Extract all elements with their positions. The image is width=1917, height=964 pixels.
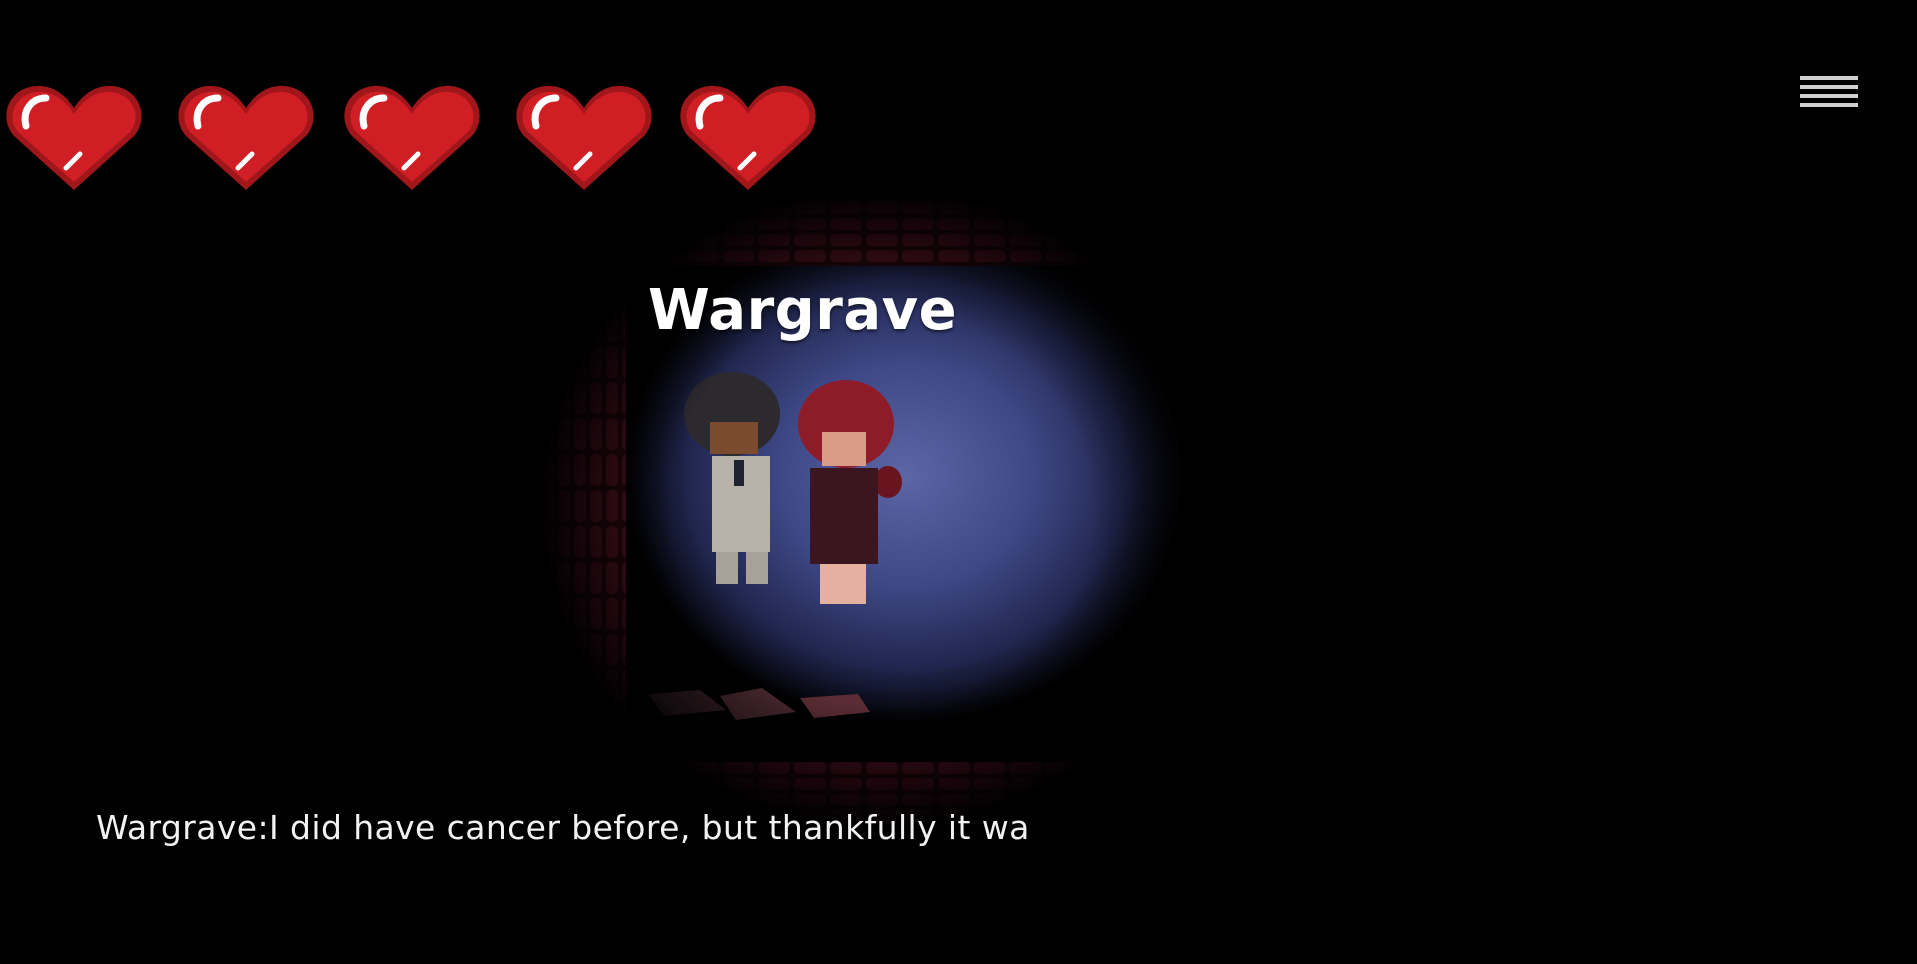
heart-icon	[678, 82, 818, 194]
menu-button[interactable]	[1798, 72, 1862, 118]
dialogue-text[interactable]: Wargrave:I did have cancer before, but t…	[96, 808, 1030, 847]
health-hearts	[0, 82, 830, 202]
game-screen: Wargrave Wargrave:I did have cancer befo…	[0, 0, 1917, 964]
heart-icon	[514, 82, 654, 194]
heart-icon	[342, 82, 482, 194]
heart-icon	[4, 82, 144, 194]
heart-icon	[176, 82, 316, 194]
speaker-name: Wargrave	[648, 278, 958, 343]
